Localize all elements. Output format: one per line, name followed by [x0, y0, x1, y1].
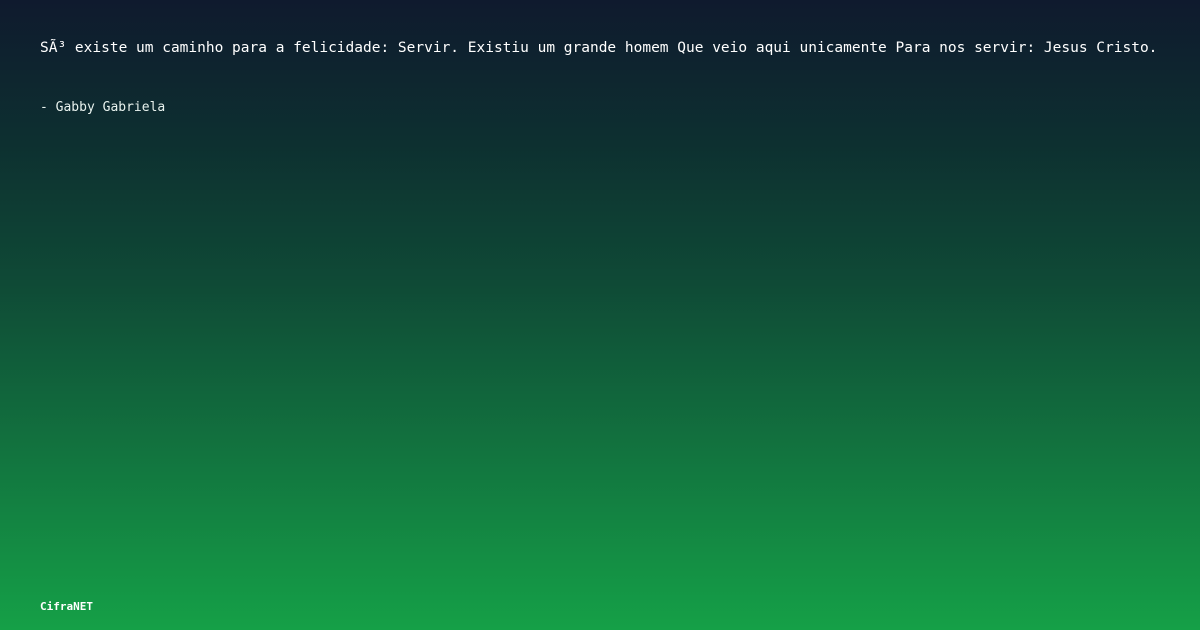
brand-logo-text: CifraNET: [40, 600, 93, 613]
quote-text: SÃ³ existe um caminho para a felicidade:…: [40, 40, 1158, 56]
quote-author: - Gabby Gabriela: [40, 100, 166, 115]
